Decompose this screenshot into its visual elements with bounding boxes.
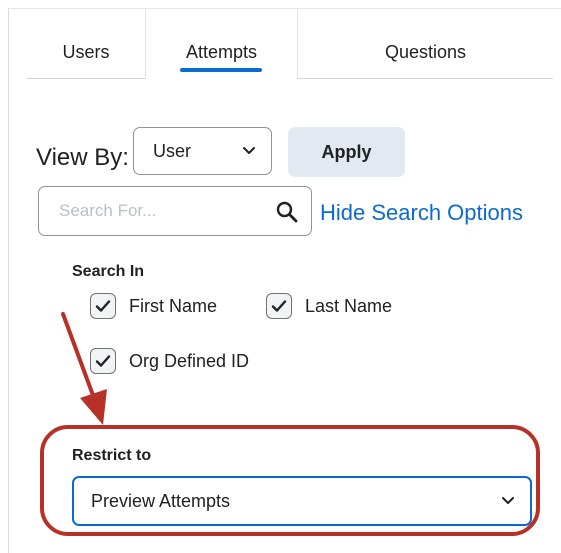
red-arrow-icon: [61, 312, 107, 425]
